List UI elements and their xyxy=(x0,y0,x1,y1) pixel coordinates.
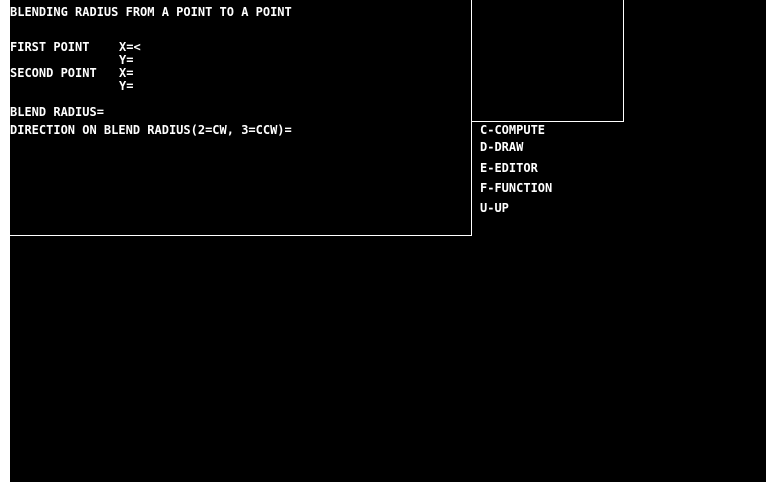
menu-item-draw[interactable]: D-DRAW xyxy=(480,141,523,154)
first-point-label: FIRST POINT xyxy=(10,40,90,54)
prompt-panel: BLENDING RADIUS FROM A POINT TO A POINT … xyxy=(10,0,472,236)
page-title: BLENDING RADIUS FROM A POINT TO A POINT xyxy=(10,5,292,19)
second-point-label: SECOND POINT xyxy=(10,66,97,80)
menu-item-function[interactable]: F-FUNCTION xyxy=(480,182,552,195)
direction-field[interactable]: DIRECTION ON BLEND RADIUS(2=CW, 3=CCW)= xyxy=(10,124,292,137)
terminal-screen: BLENDING RADIUS FROM A POINT TO A POINT … xyxy=(10,0,766,482)
blend-radius-field[interactable]: BLEND RADIUS= xyxy=(10,106,104,119)
menu-item-compute[interactable]: C-COMPUTE xyxy=(480,124,545,137)
second-point-y-field[interactable]: Y= xyxy=(119,80,133,93)
preview-panel xyxy=(472,0,624,122)
menu-item-editor[interactable]: E-EDITOR xyxy=(480,162,538,175)
menu-item-up[interactable]: U-UP xyxy=(480,202,509,215)
